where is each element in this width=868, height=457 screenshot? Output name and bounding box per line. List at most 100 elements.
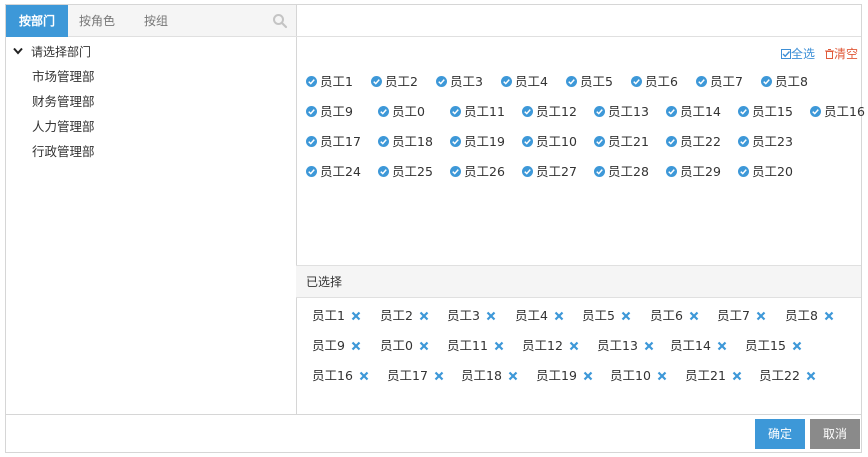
employee-option[interactable]: 员工11 [450, 104, 505, 120]
employee-option[interactable]: 员工23 [738, 134, 793, 150]
employee-option[interactable]: 员工25 [378, 164, 433, 180]
selected-chip: 员工9 [312, 338, 361, 354]
remove-icon[interactable] [419, 341, 429, 351]
tree-root[interactable]: 请选择部门 [12, 43, 91, 61]
selected-chip-label: 员工21 [685, 368, 726, 383]
check-circle-icon [666, 166, 677, 177]
selected-chip-label: 员工22 [759, 368, 800, 383]
remove-icon[interactable] [419, 311, 429, 321]
selected-chip-label: 员工16 [312, 368, 353, 383]
employee-panel: 全选 清空 员工1 员工2 员工3 员工4 员工5 员工6 员工7 员工8 员工9 员工0 员工11… [296, 5, 865, 414]
remove-icon[interactable] [792, 341, 802, 351]
employee-option[interactable]: 员工21 [594, 134, 649, 150]
remove-icon[interactable] [644, 341, 654, 351]
check-circle-icon [738, 106, 749, 117]
selected-chip-label: 员工8 [785, 308, 818, 323]
employee-option-label: 员工11 [464, 104, 505, 119]
employee-option[interactable]: 员工8 [761, 74, 808, 90]
employee-option-label: 员工20 [752, 164, 793, 179]
employee-option-label: 员工21 [608, 134, 649, 149]
selected-chip: 员工8 [785, 308, 834, 324]
employee-option[interactable]: 员工6 [631, 74, 678, 90]
selected-chip-label: 员工2 [380, 308, 413, 323]
tab-by-department[interactable]: 按部门 [6, 5, 68, 37]
selected-chip-label: 员工17 [387, 368, 428, 383]
check-circle-icon [306, 76, 317, 87]
remove-icon[interactable] [554, 311, 564, 321]
employee-option-label: 员工25 [392, 164, 433, 179]
employee-option[interactable]: 员工20 [738, 164, 793, 180]
employee-option[interactable]: 员工27 [522, 164, 577, 180]
member-picker-dialog: 按部门 按角色 按组 请选择部门 市场管理部 财务管理部 人力管理部 行政管理部 [5, 4, 865, 453]
selected-chip: 员工10 [610, 368, 667, 384]
remove-icon[interactable] [351, 341, 361, 351]
employee-option[interactable]: 员工12 [522, 104, 577, 120]
check-circle-icon [306, 166, 317, 177]
employee-option-label: 员工0 [392, 104, 425, 119]
employee-option-label: 员工5 [580, 74, 613, 89]
remove-icon[interactable] [434, 371, 444, 381]
clear-button[interactable]: 清空 [824, 45, 858, 62]
selected-chip: 员工13 [597, 338, 654, 354]
remove-icon[interactable] [806, 371, 816, 381]
employee-option[interactable]: 员工7 [696, 74, 743, 90]
employee-option[interactable]: 员工22 [666, 134, 721, 150]
tree-item-finance[interactable]: 财务管理部 [32, 93, 95, 111]
select-all-label: 全选 [790, 47, 815, 61]
tree-item-admin[interactable]: 行政管理部 [32, 143, 95, 161]
employee-option[interactable]: 员工14 [666, 104, 721, 120]
employee-option[interactable]: 员工5 [566, 74, 613, 90]
employee-option[interactable]: 员工2 [371, 74, 418, 90]
employee-option[interactable]: 员工4 [501, 74, 548, 90]
tree-item-hr[interactable]: 人力管理部 [32, 118, 95, 136]
remove-icon[interactable] [657, 371, 667, 381]
remove-icon[interactable] [508, 371, 518, 381]
employee-option[interactable]: 员工9 [306, 104, 353, 120]
tree-item-market[interactable]: 市场管理部 [32, 68, 95, 86]
confirm-button[interactable]: 确定 [755, 419, 805, 449]
trash-icon [824, 49, 834, 59]
select-all-button[interactable]: 全选 [780, 45, 815, 62]
employee-option[interactable]: 员工15 [738, 104, 793, 120]
check-circle-icon [631, 76, 642, 87]
search-icon[interactable] [272, 13, 288, 29]
selected-chip: 员工6 [650, 308, 699, 324]
employee-option[interactable]: 员工28 [594, 164, 649, 180]
remove-icon[interactable] [689, 311, 699, 321]
employee-option[interactable]: 员工0 [378, 104, 425, 120]
remove-icon[interactable] [621, 311, 631, 321]
remove-icon[interactable] [569, 341, 579, 351]
remove-icon[interactable] [824, 311, 834, 321]
employee-option[interactable]: 员工18 [378, 134, 433, 150]
remove-icon[interactable] [717, 341, 727, 351]
remove-icon[interactable] [494, 341, 504, 351]
employee-option-label: 员工9 [320, 104, 353, 119]
remove-icon[interactable] [732, 371, 742, 381]
employee-option[interactable]: 员工24 [306, 164, 361, 180]
employee-option-label: 员工13 [608, 104, 649, 119]
chevron-down-icon[interactable] [12, 45, 24, 57]
employee-option-label: 员工24 [320, 164, 361, 179]
employee-option[interactable]: 员工3 [436, 74, 483, 90]
employee-option[interactable]: 员工13 [594, 104, 649, 120]
employee-option[interactable]: 员工26 [450, 164, 505, 180]
tree-root-label: 请选择部门 [31, 45, 92, 59]
selected-chip: 员工4 [515, 308, 564, 324]
selected-chip: 员工11 [447, 338, 504, 354]
employee-option-label: 员工29 [680, 164, 721, 179]
remove-icon[interactable] [583, 371, 593, 381]
tab-by-group[interactable]: 按组 [130, 5, 182, 37]
tab-by-role[interactable]: 按角色 [68, 5, 126, 37]
remove-icon[interactable] [359, 371, 369, 381]
employee-option[interactable]: 员工17 [306, 134, 361, 150]
employee-option[interactable]: 员工19 [450, 134, 505, 150]
employee-option[interactable]: 员工16 [810, 104, 865, 120]
cancel-button[interactable]: 取消 [810, 419, 860, 449]
selected-chip-label: 员工0 [380, 338, 413, 353]
employee-option[interactable]: 员工1 [306, 74, 353, 90]
employee-option[interactable]: 员工10 [522, 134, 577, 150]
employee-option[interactable]: 员工29 [666, 164, 721, 180]
remove-icon[interactable] [486, 311, 496, 321]
remove-icon[interactable] [351, 311, 361, 321]
remove-icon[interactable] [756, 311, 766, 321]
